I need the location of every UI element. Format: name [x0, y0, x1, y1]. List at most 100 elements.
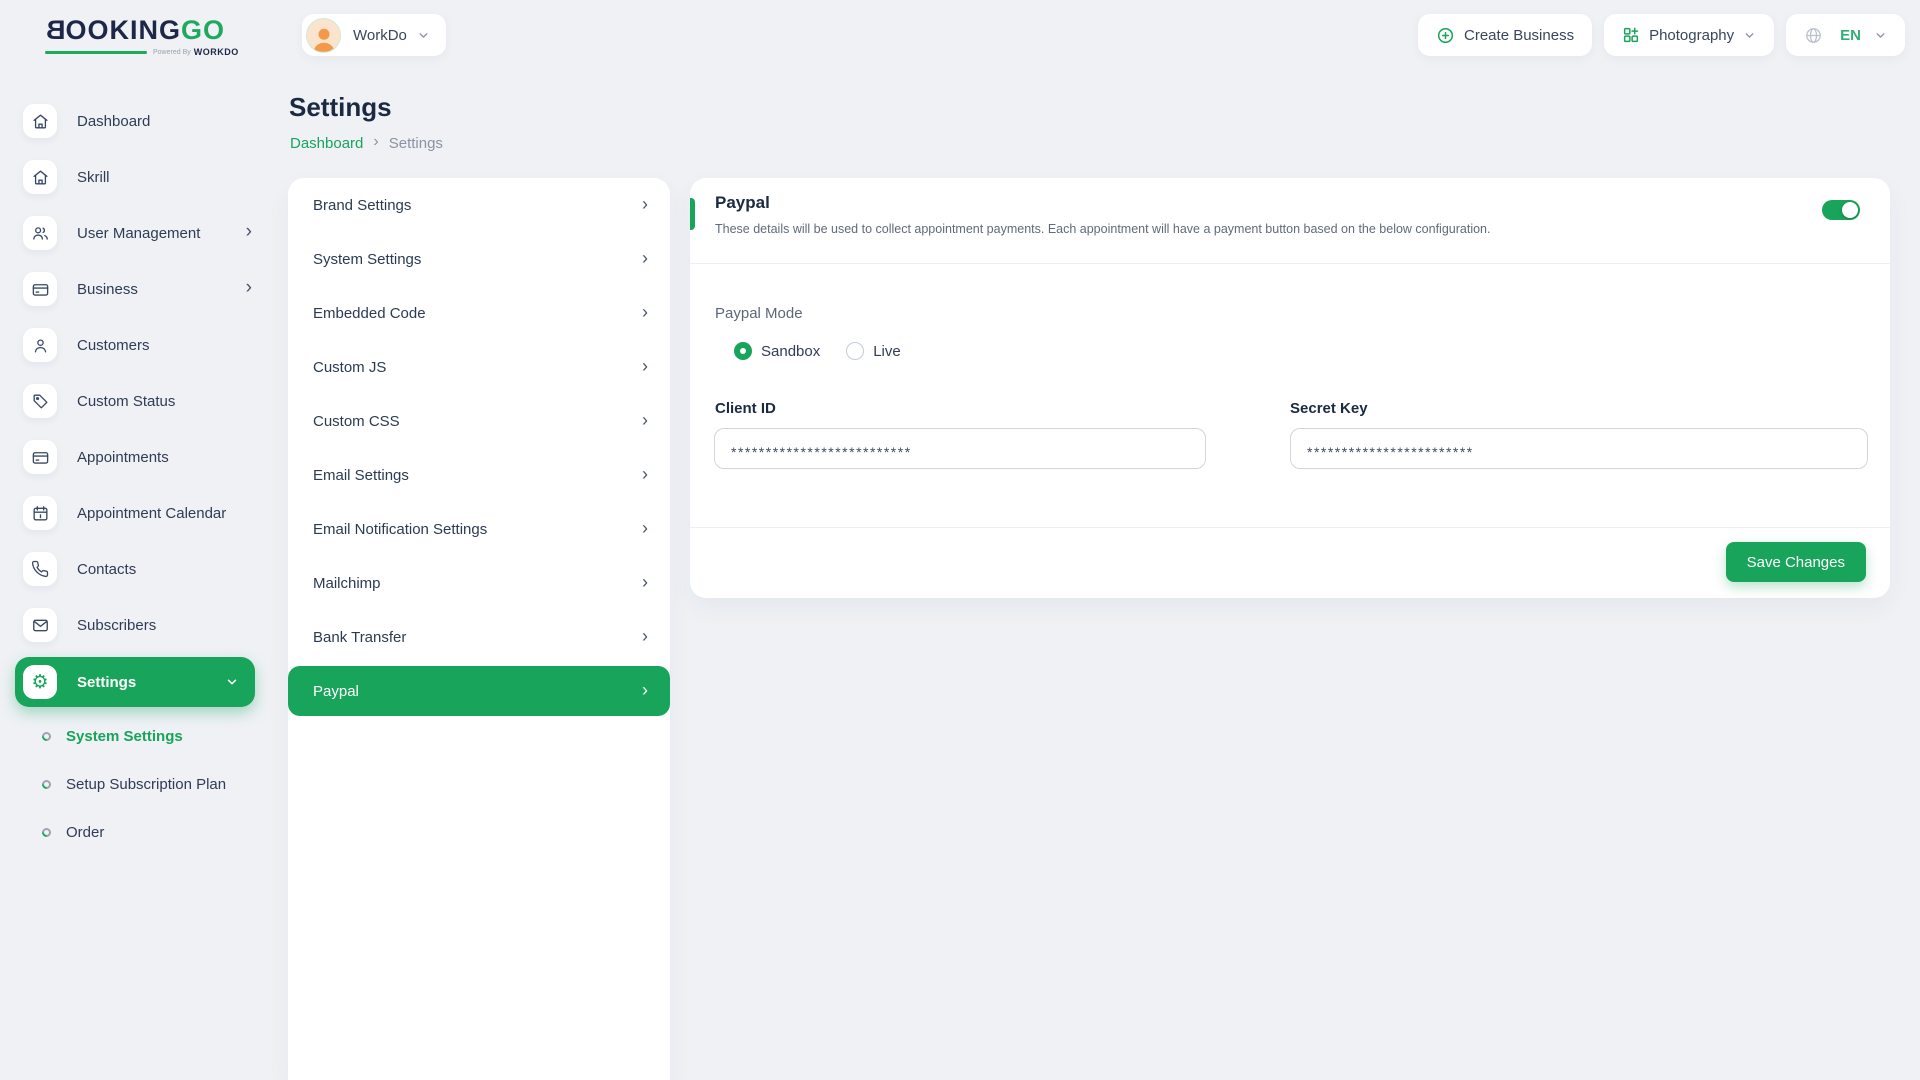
avatar-person-icon	[309, 24, 339, 52]
category-grid-icon	[1622, 26, 1640, 44]
menu-item-label: System Settings	[313, 251, 421, 268]
chevron-right-icon: ›	[642, 303, 648, 324]
chevron-right-icon: ›	[642, 411, 648, 432]
breadcrumb-dashboard-link[interactable]: Dashboard	[290, 135, 363, 152]
sidebar-item-user-management[interactable]: User Management ›	[0, 205, 270, 261]
create-business-button[interactable]: Create Business	[1418, 14, 1592, 56]
client-id-input[interactable]	[714, 428, 1206, 469]
user-menu-button[interactable]: WorkDo	[302, 14, 446, 56]
business-selector-dropdown[interactable]: Photography	[1604, 14, 1774, 56]
menu-item-embedded-code[interactable]: Embedded Code ›	[288, 286, 670, 340]
chevron-right-icon: ›	[642, 519, 648, 540]
language-dropdown[interactable]: EN	[1786, 14, 1905, 56]
menu-item-label: Custom JS	[313, 359, 386, 376]
page-title: Settings	[289, 92, 392, 123]
sidebar-item-custom-status[interactable]: Custom Status	[0, 373, 270, 429]
submenu-item-system-settings[interactable]: System Settings	[0, 712, 270, 760]
client-id-label: Client ID	[715, 400, 776, 417]
sidebar-item-business[interactable]: Business ›	[0, 261, 270, 317]
chevron-right-icon: ›	[246, 278, 252, 300]
chevron-right-icon: ›	[642, 195, 648, 216]
menu-item-label: Paypal	[313, 683, 359, 700]
menu-item-label: Email Settings	[313, 467, 409, 484]
sidebar-item-label: User Management	[77, 225, 246, 242]
sidebar-item-appointment-calendar[interactable]: Appointment Calendar	[0, 485, 270, 541]
header-actions: Create Business Photography EN	[1418, 14, 1905, 56]
sidebar-item-subscribers[interactable]: Subscribers	[0, 597, 270, 653]
settings-submenu: System Settings Setup Subscription Plan …	[0, 712, 270, 856]
chevron-right-icon: ›	[642, 249, 648, 270]
powered-by-text: Powered By	[153, 49, 191, 56]
sidebar-item-label: Skrill	[77, 169, 252, 186]
menu-item-brand-settings[interactable]: Brand Settings ›	[288, 178, 670, 232]
submenu-item-setup-subscription-plan[interactable]: Setup Subscription Plan	[0, 760, 270, 808]
chevron-right-icon: ›	[642, 627, 648, 648]
bullet-icon	[40, 778, 53, 791]
gear-icon: ⚙	[23, 665, 57, 699]
menu-item-email-settings[interactable]: Email Settings ›	[288, 448, 670, 502]
submenu-item-label: System Settings	[66, 728, 183, 745]
logo-underline	[45, 51, 147, 54]
sidebar-item-label: Customers	[77, 337, 252, 354]
menu-item-mailchimp[interactable]: Mailchimp›	[288, 556, 670, 610]
panel-footer-divider	[690, 527, 1890, 528]
panel-description: These details will be used to collect ap…	[715, 222, 1490, 236]
radio-option-sandbox[interactable]: Sandbox	[734, 342, 820, 360]
menu-item-custom-js[interactable]: Custom JS ›	[288, 340, 670, 394]
submenu-item-label: Setup Subscription Plan	[66, 776, 226, 793]
logo-tagline: Powered By WORKDO	[45, 47, 239, 57]
radio-unchecked-icon[interactable]	[846, 342, 864, 360]
menu-item-label: Email Notification Settings	[313, 521, 487, 538]
chevron-right-icon: ›	[642, 357, 648, 378]
sidebar-item-settings[interactable]: ⚙ Settings	[15, 657, 255, 707]
breadcrumb-current: Settings	[389, 135, 443, 152]
submenu-item-order[interactable]: Order	[0, 808, 270, 856]
chevron-right-icon: ›	[246, 222, 252, 244]
chevron-down-icon	[1874, 29, 1887, 42]
chevron-right-icon: ›	[642, 681, 648, 702]
menu-item-label: Brand Settings	[313, 197, 411, 214]
menu-item-label: Embedded Code	[313, 305, 426, 322]
chevron-right-icon: ›	[642, 573, 648, 594]
sidebar-item-label: Dashboard	[77, 113, 252, 130]
radio-checked-icon[interactable]	[734, 342, 752, 360]
breadcrumb-separator: ›	[373, 133, 378, 153]
user-avatar	[306, 18, 341, 53]
panel-accent-bar	[690, 198, 695, 230]
sidebar-item-label: Appointments	[77, 449, 252, 466]
secret-key-input[interactable]	[1290, 428, 1868, 469]
bookinggo-logo[interactable]: BOOKINGGO Powered By WORKDO	[45, 16, 239, 57]
paypal-mode-label: Paypal Mode	[715, 305, 803, 322]
logo-wordmark: BOOKINGGO	[45, 16, 239, 44]
sidebar-item-skrill[interactable]: Skrill	[0, 149, 270, 205]
radio-option-live[interactable]: Live	[846, 342, 901, 360]
user-name: WorkDo	[353, 27, 407, 44]
chevron-down-icon	[225, 675, 239, 689]
panel-title: Paypal	[715, 193, 770, 213]
menu-item-custom-css[interactable]: Custom CSS›	[288, 394, 670, 448]
create-business-label: Create Business	[1464, 27, 1574, 44]
panel-header-divider	[690, 263, 1890, 264]
sidebar-item-label: Custom Status	[77, 393, 252, 410]
sidebar-item-appointments[interactable]: Appointments	[0, 429, 270, 485]
user-icon	[23, 328, 57, 362]
sidebar-item-label: Business	[77, 281, 246, 298]
paypal-enabled-toggle[interactable]	[1822, 200, 1860, 220]
radio-label: Live	[873, 343, 901, 360]
phone-icon	[23, 552, 57, 586]
menu-item-bank-transfer[interactable]: Bank Transfer›	[288, 610, 670, 664]
home-icon	[23, 160, 57, 194]
radio-label: Sandbox	[761, 343, 820, 360]
menu-item-system-settings[interactable]: System Settings ›	[288, 232, 670, 286]
menu-item-paypal[interactable]: Paypal ›	[288, 666, 670, 716]
business-selector-label: Photography	[1649, 27, 1734, 44]
sidebar-item-contacts[interactable]: Contacts	[0, 541, 270, 597]
menu-item-email-notification-settings[interactable]: Email Notification Settings ›	[288, 502, 670, 556]
sidebar-item-customers[interactable]: Customers	[0, 317, 270, 373]
chevron-right-icon: ›	[642, 465, 648, 486]
settings-menu-card: Brand Settings › System Settings › Embedde…	[288, 178, 670, 1080]
save-changes-button[interactable]: Save Changes	[1726, 542, 1866, 582]
sidebar-item-label: Contacts	[77, 561, 252, 578]
sidebar-item-dashboard[interactable]: Dashboard	[0, 93, 270, 149]
bullet-icon	[40, 730, 53, 743]
